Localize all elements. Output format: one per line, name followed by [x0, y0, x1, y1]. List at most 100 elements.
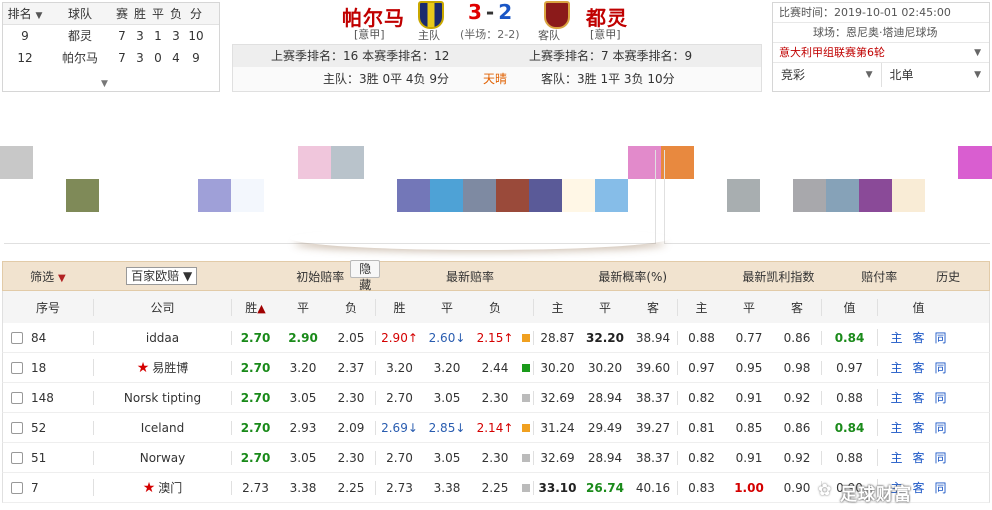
standing-rank: 9 — [21, 29, 29, 43]
change-flag-cell — [519, 361, 533, 375]
kelly-home: 0.83 — [677, 480, 725, 495]
ad-frame-right — [664, 150, 990, 244]
decorative-shadow — [290, 226, 670, 250]
prob-draw: 29.49 — [587, 420, 623, 435]
history-home-link[interactable]: 主 — [890, 421, 902, 435]
lottery-select[interactable]: 竞彩 ▼ — [773, 63, 882, 87]
standing-played: 7 — [118, 51, 126, 65]
match-header: 帕尔马 [意甲] 主队 3-2 (半场：2-2) 客队 都灵 [意甲] 上赛季排… — [232, 0, 762, 92]
home-league-tag: [意甲] — [354, 28, 385, 41]
history-away-link[interactable]: 客 — [912, 361, 924, 375]
expand-toggle-icon[interactable]: ▼ — [101, 79, 108, 89]
col-kelly-home[interactable]: 主 — [677, 298, 725, 316]
odds-toolbar: 筛选 ▼ 百家欧赔 ▼ 初始赔率 隐藏 最新赔率 最新概率(%) 最新凯利指数 … — [2, 260, 990, 292]
row-checkbox[interactable] — [11, 361, 23, 374]
star-icon: ★ — [142, 480, 156, 496]
history-home-link[interactable]: 主 — [890, 391, 902, 405]
standings-header: 排名 ▼ 球队 赛 胜 平 负 分 — [3, 3, 219, 25]
col-history-value: 值 — [877, 298, 959, 316]
history-away-link[interactable]: 客 — [912, 391, 924, 405]
col-latest-loss[interactable]: 负 — [471, 299, 519, 316]
change-flag-cell — [519, 331, 533, 345]
col-prob-away[interactable]: 客 — [629, 299, 677, 316]
col-init-win[interactable]: 胜▲ — [231, 298, 279, 316]
sort-up-icon: ▲ — [257, 301, 266, 315]
caret-down-icon: ▼ — [57, 272, 66, 284]
history-same-link[interactable]: 同 — [935, 361, 947, 375]
col-init-draw[interactable]: 平 — [279, 299, 327, 316]
company-cell[interactable]: Norsk tipting — [93, 390, 231, 405]
away-crest-icon — [544, 1, 570, 29]
init-draw-odds: 2.93 — [289, 420, 317, 435]
round-select[interactable]: 意大利甲组联赛第6轮 ▼ — [773, 43, 989, 63]
row-checkbox[interactable] — [11, 451, 23, 464]
prob-away: 38.94 — [635, 330, 671, 345]
history-home-link[interactable]: 主 — [890, 331, 902, 345]
kelly-away: 0.90 — [783, 480, 811, 495]
init-draw-odds: 3.20 — [289, 360, 317, 375]
col-init-loss[interactable]: 负 — [327, 299, 375, 316]
col-latest-win[interactable]: 胜 — [375, 298, 423, 316]
initial-odds-heading: 初始赔率 — [296, 269, 345, 284]
row-checkbox[interactable] — [11, 391, 23, 404]
row-checkbox[interactable] — [11, 481, 23, 494]
history-same-link[interactable]: 同 — [935, 481, 947, 495]
prob-away: 38.37 — [635, 450, 671, 465]
company-name: 易胜博 — [152, 361, 189, 375]
history-same-link[interactable]: 同 — [935, 451, 947, 465]
col-latest-draw[interactable]: 平 — [423, 299, 471, 316]
rank-sort-header[interactable]: 排名 ▼ — [3, 3, 47, 24]
kelly-home: 0.82 — [677, 390, 725, 405]
change-flag-icon — [522, 333, 530, 342]
kelly-home: 0.82 — [677, 450, 725, 465]
history-away-link[interactable]: 客 — [912, 331, 924, 345]
row-checkbox[interactable] — [11, 421, 23, 434]
hide-cell: 隐藏 — [350, 260, 381, 292]
col-payout-value[interactable]: 值 — [821, 298, 877, 316]
history-away-link[interactable]: 客 — [912, 451, 924, 465]
hide-button[interactable]: 隐藏 — [350, 260, 381, 292]
company-cell[interactable]: Iceland — [93, 420, 231, 435]
init-loss-odds: 2.25 — [337, 480, 365, 495]
standing-team[interactable]: 都灵 — [47, 25, 113, 47]
odds-row: 84 iddaa 2.70 2.90 2.05 2.90↑ 2.60↓ 2.15↑ 28.87 3… — [2, 323, 990, 353]
chevron-down-icon: ▼ — [865, 70, 873, 80]
history-home-link[interactable]: 主 — [890, 451, 902, 465]
row-index-cell: 18 — [3, 361, 93, 375]
col-prob-draw[interactable]: 平 — [581, 299, 629, 316]
init-win-odds: 2.70 — [231, 450, 279, 465]
match-meta-panel: 比赛时间：2019-10-01 02:45:00 球场：恩尼奥·塔迪尼球场 意大… — [772, 2, 990, 92]
history-same-link[interactable]: 同 — [935, 421, 947, 435]
filter-button[interactable]: 筛选 ▼ — [3, 268, 93, 285]
history-away-link[interactable]: 客 — [912, 421, 924, 435]
prob-home: 31.24 — [533, 420, 581, 435]
company-cell[interactable]: iddaa — [93, 330, 231, 345]
company-cell[interactable]: ★ 澳门 — [93, 479, 231, 496]
col-kelly-draw[interactable]: 平 — [725, 299, 773, 316]
history-same-link[interactable]: 同 — [935, 331, 947, 345]
kelly-away: 0.92 — [783, 450, 811, 465]
standing-team[interactable]: 帕尔马 — [47, 47, 113, 69]
company-cell[interactable]: ★ 易胜博 — [93, 359, 231, 376]
payout-value: 0.84 — [821, 330, 877, 345]
company-cell[interactable]: Norway — [93, 450, 231, 465]
latest-draw-odds: 3.05 — [433, 390, 461, 405]
kelly-draw: 0.91 — [735, 450, 763, 465]
history-home-link[interactable]: 主 — [890, 361, 902, 375]
history-same-link[interactable]: 同 — [935, 391, 947, 405]
lottery-select-value: 竞彩 — [781, 68, 806, 82]
watermark-text: 足球财富 — [840, 485, 912, 505]
company-type-select[interactable]: 百家欧赔 ▼ — [126, 267, 198, 285]
row-index: 84 — [31, 330, 47, 345]
history-away-link[interactable]: 客 — [912, 481, 924, 495]
beidan-select[interactable]: 北单 ▼ — [882, 63, 990, 87]
row-index: 148 — [31, 390, 54, 405]
history-links: 主客同 — [877, 449, 959, 466]
company-type-value: 百家欧赔 — [131, 269, 180, 283]
row-checkbox[interactable] — [11, 331, 23, 344]
latest-odds-heading: 最新赔率 — [446, 269, 495, 284]
init-draw-odds: 3.05 — [289, 390, 317, 405]
standings-row: 9 都灵 7 3 1 3 10 — [3, 25, 219, 47]
col-prob-home[interactable]: 主 — [533, 298, 581, 316]
col-kelly-away[interactable]: 客 — [773, 299, 821, 316]
